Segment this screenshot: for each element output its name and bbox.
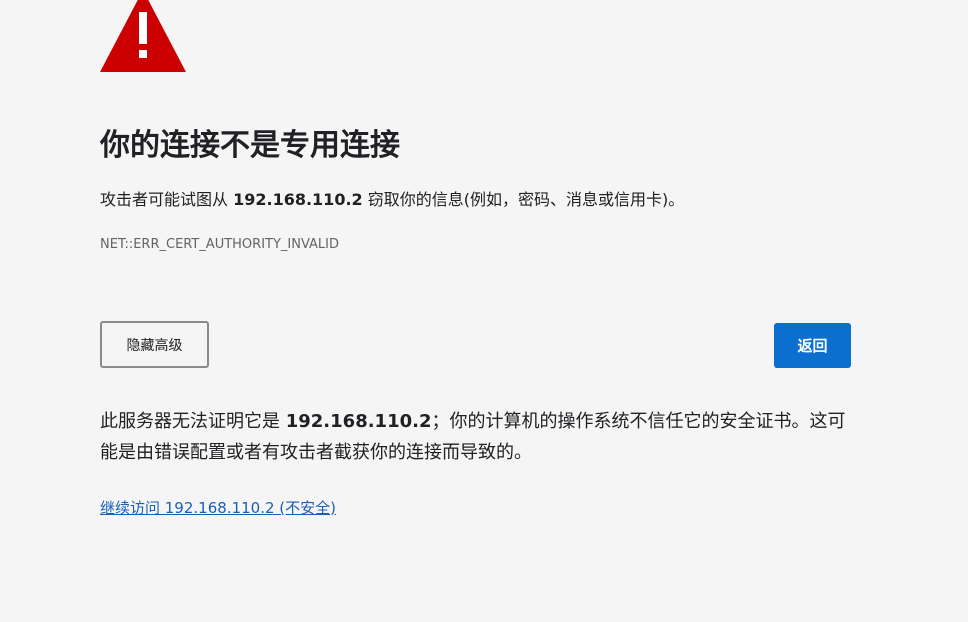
page-title: 你的连接不是专用连接: [100, 128, 400, 163]
interstitial-page: 你的连接不是专用连接 攻击者可能试图从 192.168.110.2 窃取你的信息…: [0, 0, 968, 622]
proceed-unsafe-link[interactable]: 继续访问 192.168.110.2 (不安全): [100, 496, 336, 520]
error-code[interactable]: NET::ERR_CERT_AUTHORITY_INVALID: [100, 235, 339, 255]
advanced-details: 此服务器无法证明它是 192.168.110.2；你的计算机的操作系统不信任它的…: [100, 406, 860, 468]
details-host: 192.168.110.2: [285, 411, 432, 432]
error-description: 攻击者可能试图从 192.168.110.2 窃取你的信息(例如，密码、消息或信…: [100, 186, 684, 214]
description-host: 192.168.110.2: [233, 190, 363, 209]
details-prefix: 此服务器无法证明它是: [100, 411, 286, 432]
warning-triangle-icon: [100, 0, 186, 72]
description-suffix: 窃取你的信息(例如，密码、消息或信用卡)。: [362, 190, 685, 209]
back-button[interactable]: 返回: [774, 323, 851, 368]
hide-advanced-button[interactable]: 隐藏高级: [100, 321, 209, 368]
description-prefix: 攻击者可能试图从: [100, 190, 234, 209]
